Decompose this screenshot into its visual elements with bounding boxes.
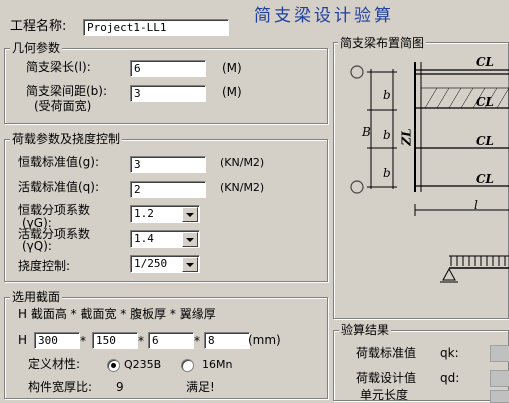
result-value-unit-length [490,390,509,403]
deflection-label: 挠度控制: [18,259,71,273]
span-unit: (M) [222,61,242,75]
section-width-input[interactable]: 150 [92,332,138,349]
chevron-down-icon[interactable] [182,257,198,272]
result-label-qd: 荷载设计值 [356,371,417,385]
section-group-title: 选用截面 [10,290,63,304]
spacing-unit: (M) [222,85,242,99]
dead-factor-label: 恒载分项系数 [18,203,91,217]
result-label-unit-length: 单元长度 [360,388,409,402]
results-group-title: 验算结果 [339,323,392,337]
app-title: 简支梁设计验算 [254,6,394,26]
dead-load-label: 恒载标准值(g): [18,155,100,169]
width-thickness-label: 构件宽厚比: [28,380,93,394]
diagram-label-cl-2: CL [476,95,494,109]
live-load-input[interactable]: 2 [130,181,206,198]
spacing-label: 简支梁间距(b): [26,84,108,98]
section-unit: (mm) [248,333,281,347]
span-label: 简支梁长(l): [26,60,91,74]
diagram-label-b-3: b [383,166,391,180]
mult-sign: * [138,334,144,348]
live-load-label: 活载标准值(q): [18,180,100,194]
project-name-input[interactable]: Project1-LL1 [83,19,229,36]
section-description: H 截面高 * 截面宽 * 腹板厚 * 翼缘厚 [18,307,216,321]
diagram-label-cl-3: CL [476,134,494,148]
material-16mn-label[interactable]: 16Mn [202,358,232,372]
dead-factor-select[interactable]: 1.2 [130,205,200,223]
diagram-label-b-1: b [383,88,391,102]
live-factor-value: 1.4 [134,232,154,245]
section-height-input[interactable]: 300 [34,332,80,349]
project-name-label: 工程名称: [10,19,67,34]
dead-load-unit: (KN/M2) [220,156,265,169]
section-flange-input[interactable]: 8 [204,332,250,349]
live-factor-sublabel: (γQ): [22,239,52,253]
result-label-qk: 荷载标准值 [356,346,417,360]
result-value-qk [490,345,509,362]
material-q235b-radio[interactable] [107,359,120,372]
spacing-sublabel: (受荷面宽) [34,99,92,113]
material-16mn-radio[interactable] [181,359,194,372]
geometry-group-title: 几何参数 [10,41,63,55]
chevron-down-icon[interactable] [182,207,198,222]
diagram-label-zl: ZL [399,128,414,146]
mult-sign: * [80,334,86,348]
chevron-down-icon[interactable] [182,232,198,247]
span-input[interactable]: 6 [130,60,206,77]
result-value-qd [490,370,509,387]
deflection-select[interactable]: 1/250 [130,255,200,273]
loads-group-title: 荷载参数及挠度控制 [10,132,123,146]
live-factor-select[interactable]: 1.4 [130,230,200,248]
diagram-group-title: 简支梁布置简图 [338,36,427,50]
width-thickness-status: 满足! [186,380,215,394]
section-web-input[interactable]: 6 [148,332,194,349]
dead-factor-value: 1.2 [134,207,154,220]
diagram-label-cl-4: CL [476,172,494,186]
diagram-label-big-b: B [362,125,371,139]
material-q235b-label[interactable]: Q235B [124,358,161,372]
diagram-label-b-2: b [383,128,391,142]
deflection-value: 1/250 [134,257,168,270]
result-symbol-qd: qd: [440,371,460,385]
diagram-label-cl-1: CL [476,55,494,69]
section-prefix: H [18,333,28,347]
dead-load-input[interactable]: 3 [130,156,206,173]
material-label: 定义材性: [28,357,81,371]
result-symbol-qk: qk: [440,346,459,360]
live-load-unit: (KN/M2) [220,181,265,194]
width-thickness-value: 9 [116,380,124,394]
pin-support-icon [442,267,456,281]
mult-sign: * [194,334,200,348]
spacing-input[interactable]: 3 [130,85,206,102]
diagram-label-l: l [474,198,478,212]
